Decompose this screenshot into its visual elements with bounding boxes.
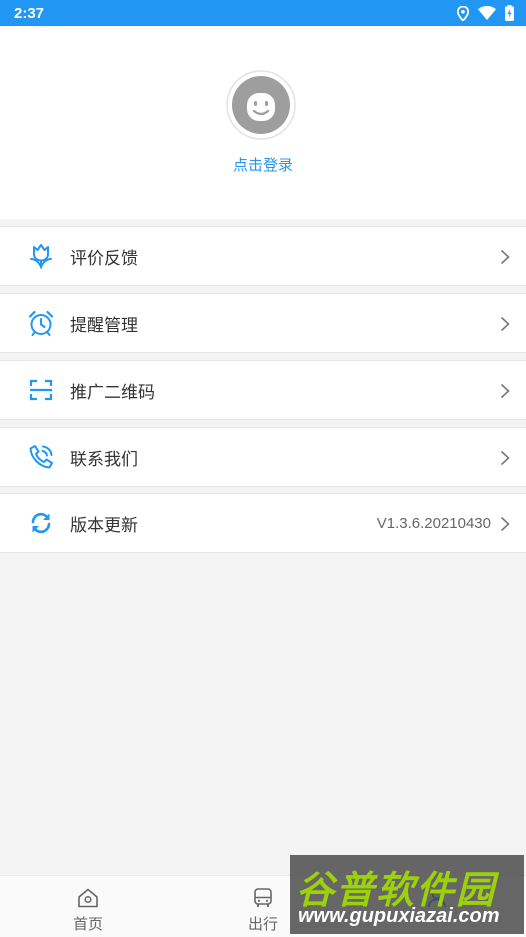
tulip-feedback-icon bbox=[27, 242, 55, 270]
chevron-right-icon bbox=[500, 249, 510, 265]
profile-header: 点击登录 bbox=[0, 26, 526, 219]
status-time: 2:37 bbox=[14, 4, 45, 22]
chevron-right-icon bbox=[500, 316, 510, 332]
wifi-icon bbox=[478, 6, 496, 20]
menu-label-version: 版本更新 bbox=[70, 515, 138, 536]
menu-row-contact[interactable]: 联系我们 bbox=[0, 427, 526, 487]
battery-icon bbox=[505, 5, 514, 21]
alarm-clock-icon bbox=[27, 309, 55, 337]
menu-label-contact: 联系我们 bbox=[70, 449, 138, 470]
avatar[interactable] bbox=[226, 70, 296, 140]
phone-call-icon bbox=[27, 443, 55, 471]
chevron-right-icon bbox=[500, 450, 510, 466]
watermark-url: www.gupuxiazai.com bbox=[298, 905, 500, 927]
home-icon bbox=[78, 888, 98, 908]
chevron-right-icon bbox=[500, 516, 510, 532]
menu-label-reminders: 提醒管理 bbox=[70, 315, 138, 336]
menu-row-qrcode[interactable]: 推广二维码 bbox=[0, 360, 526, 420]
scan-qr-icon bbox=[27, 376, 55, 404]
chevron-right-icon bbox=[500, 383, 510, 399]
menu-row-version[interactable]: 版本更新 V1.3.6.20210430 bbox=[0, 493, 526, 553]
refresh-icon bbox=[27, 509, 55, 537]
watermark-overlay: 谷普软件园 www.gupuxiazai.com bbox=[290, 855, 524, 934]
menu-row-reminders[interactable]: 提醒管理 bbox=[0, 293, 526, 353]
menu-label-qrcode: 推广二维码 bbox=[70, 382, 155, 403]
tab-label-home: 首页 bbox=[72, 915, 103, 933]
menu-label-feedback: 评价反馈 bbox=[70, 248, 138, 269]
tab-home[interactable]: 首页 bbox=[43, 876, 133, 937]
smiley-avatar-icon bbox=[226, 70, 296, 140]
version-value: V1.3.6.20210430 bbox=[376, 514, 491, 532]
bus-icon bbox=[254, 888, 272, 907]
status-bar: 2:37 bbox=[0, 0, 526, 26]
location-icon bbox=[457, 5, 469, 21]
login-link[interactable]: 点击登录 bbox=[0, 154, 526, 175]
status-icons bbox=[457, 5, 514, 21]
menu-row-feedback[interactable]: 评价反馈 bbox=[0, 226, 526, 286]
